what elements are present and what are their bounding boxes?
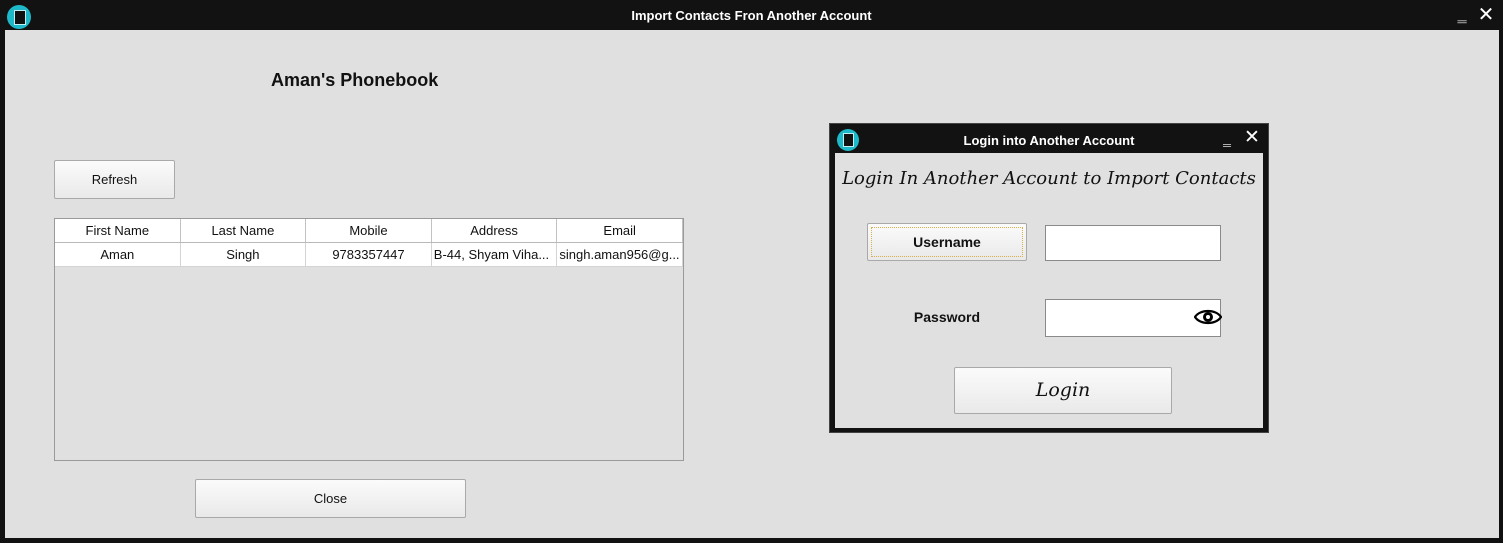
column-header-last-name[interactable]: Last Name	[181, 219, 307, 242]
column-header-first-name[interactable]: First Name	[55, 219, 181, 242]
dialog-title: Login into Another Account	[963, 133, 1135, 148]
column-header-address[interactable]: Address	[432, 219, 558, 242]
column-header-mobile[interactable]: Mobile	[306, 219, 432, 242]
dialog-heading: Login In Another Account to Import Conta…	[842, 168, 1256, 189]
close-icon[interactable]: ✕	[1476, 5, 1496, 25]
phonebook-heading: Aman's Phonebook	[271, 70, 439, 90]
window-title: Import Contacts Fron Another Account	[631, 8, 872, 23]
username-button[interactable]: Username	[867, 223, 1027, 261]
cell-address[interactable]: B-44, Shyam Viha...	[432, 243, 558, 266]
dialog-close-icon[interactable]: ✕	[1242, 128, 1262, 148]
contacts-table[interactable]: First Name Last Name Mobile Address Emai…	[54, 218, 684, 461]
login-dialog: Login into Another Account ‗ ✕ Login In …	[829, 123, 1269, 433]
column-header-email[interactable]: Email	[557, 219, 683, 242]
cell-email[interactable]: singh.aman956@g...	[557, 243, 683, 266]
dialog-minimize-icon[interactable]: ‗	[1220, 129, 1234, 147]
password-input[interactable]	[1045, 299, 1222, 337]
dialog-body: Login In Another Account to Import Conta…	[835, 153, 1263, 428]
close-button[interactable]: Close	[195, 479, 466, 518]
dialog-titlebar[interactable]: Login into Another Account ‗ ✕	[830, 124, 1268, 152]
eye-icon[interactable]	[1194, 307, 1222, 327]
focus-ring	[871, 227, 1023, 257]
main-content: Aman's Phonebook Refresh First Name Last…	[5, 30, 1499, 538]
main-window: Import Contacts Fron Another Account ‗ ✕…	[0, 0, 1503, 543]
window-titlebar[interactable]: Import Contacts Fron Another Account ‗ ✕	[0, 0, 1503, 30]
username-input[interactable]	[1045, 225, 1221, 261]
refresh-button[interactable]: Refresh	[54, 160, 175, 199]
minimize-icon[interactable]: ‗	[1454, 5, 1470, 25]
table-header: First Name Last Name Mobile Address Emai…	[55, 219, 683, 243]
password-label: Password	[913, 309, 981, 325]
login-button[interactable]: Login	[954, 367, 1172, 414]
cell-last-name[interactable]: Singh	[181, 243, 307, 266]
cell-mobile[interactable]: 9783357447	[306, 243, 432, 266]
table-row[interactable]: Aman Singh 9783357447 B-44, Shyam Viha..…	[55, 243, 683, 267]
cell-first-name[interactable]: Aman	[55, 243, 181, 266]
